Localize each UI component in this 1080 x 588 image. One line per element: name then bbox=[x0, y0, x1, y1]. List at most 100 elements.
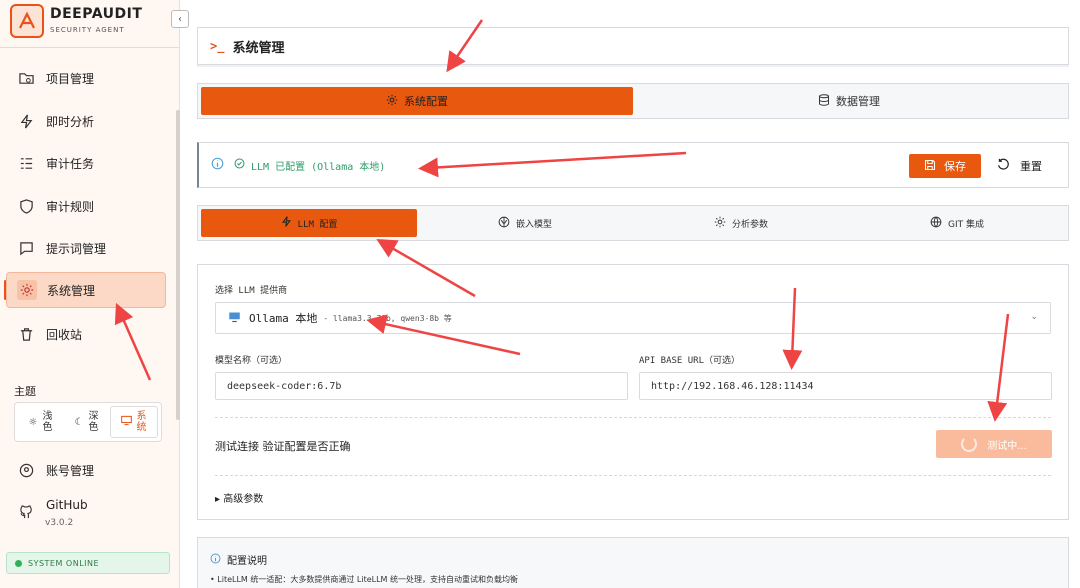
sidebar-item-account[interactable]: 账号管理 bbox=[6, 452, 166, 488]
sidebar-item-label: 项目管理 bbox=[46, 71, 95, 86]
provider-label: 选择 LLM 提供商 bbox=[215, 286, 288, 296]
shield-icon bbox=[18, 198, 34, 214]
tab-analysis-params[interactable]: 分析参数 bbox=[633, 209, 849, 237]
logo-icon bbox=[10, 4, 44, 38]
tab-embedding-model[interactable]: 嵌入模型 bbox=[417, 209, 633, 237]
theme-dark-option[interactable]: ☾ 深色 bbox=[64, 406, 110, 438]
tab-label: 数据管理 bbox=[836, 95, 880, 108]
info-icon bbox=[210, 553, 221, 567]
tab-data-management[interactable]: 数据管理 bbox=[633, 87, 1065, 115]
message-icon bbox=[18, 240, 34, 256]
divider bbox=[215, 417, 1051, 418]
spinner-icon bbox=[961, 436, 978, 452]
trash-icon bbox=[18, 326, 34, 342]
monitor-icon bbox=[228, 311, 241, 326]
tab-system-config[interactable]: 系统配置 bbox=[201, 87, 633, 115]
sidebar: DEEPAUDIT SECURITY AGENT ‹ 项目管理 即时分析 审计任… bbox=[0, 0, 189, 588]
list-check-icon bbox=[18, 155, 34, 171]
page-header: >_ 系统管理 bbox=[197, 27, 1069, 65]
system-status-text: SYSTEM ONLINE bbox=[28, 558, 100, 568]
brand-subtitle: SECURITY AGENT bbox=[50, 26, 125, 34]
terminal-prompt-icon: >_ bbox=[210, 39, 225, 53]
brand[interactable]: DEEPAUDIT SECURITY AGENT bbox=[10, 4, 170, 42]
version-label: v3.0.2 bbox=[45, 518, 74, 528]
theme-light-option[interactable]: ☼ 浅色 bbox=[18, 406, 64, 438]
tab-label: 系统配置 bbox=[404, 95, 448, 108]
provider-hint: - llama3.3-70b, qwen3-8b 等 bbox=[323, 313, 452, 323]
gear-icon bbox=[714, 216, 726, 231]
save-icon bbox=[924, 159, 936, 174]
test-connection-button[interactable]: 测试中... bbox=[936, 430, 1052, 458]
tab-label: GIT 集成 bbox=[948, 219, 984, 230]
sidebar-item-projects[interactable]: 项目管理 bbox=[6, 60, 166, 96]
github-icon bbox=[18, 504, 34, 520]
theme-switcher: ☼ 浅色 ☾ 深色 系统 bbox=[14, 402, 162, 442]
reset-button[interactable]: 重置 bbox=[997, 154, 1042, 178]
chevron-down-icon: ⌄ bbox=[1030, 312, 1038, 322]
note-item: • LiteLLM 统一适配：大多数提供商通过 LiteLLM 统一处理，支持自… bbox=[210, 575, 518, 584]
model-name-label: 模型名称（可选） bbox=[215, 356, 288, 366]
llm-status: LLM 已配置 (Ollama 本地) bbox=[234, 158, 385, 173]
sidebar-item-system[interactable]: 系统管理 bbox=[6, 272, 166, 308]
notes-title-text: 配置说明 bbox=[227, 556, 267, 567]
theme-option-label: 系统 bbox=[136, 411, 147, 433]
sidebar-item-label: 账号管理 bbox=[46, 463, 95, 478]
sun-icon: ☼ bbox=[28, 416, 38, 428]
folder-search-icon bbox=[18, 70, 34, 86]
brand-name: DEEPAUDIT bbox=[50, 6, 143, 22]
theme-option-label: 深色 bbox=[88, 411, 99, 433]
sidebar-divider bbox=[0, 47, 180, 48]
llm-status-text: LLM 已配置 (Ollama 本地) bbox=[251, 161, 386, 173]
reset-icon bbox=[997, 158, 1010, 174]
sidebar-item-prompts[interactable]: 提示词管理 bbox=[6, 230, 166, 266]
collapse-sidebar-button[interactable]: ‹ bbox=[171, 10, 189, 28]
gear-icon bbox=[17, 280, 37, 300]
config-status-bar: LLM 已配置 (Ollama 本地) 保存 重置 bbox=[197, 142, 1069, 188]
config-notes-panel: 配置说明 • LiteLLM 统一适配：大多数提供商通过 LiteLLM 统一处… bbox=[197, 537, 1069, 588]
tab-label: 嵌入模型 bbox=[515, 219, 552, 230]
gear-icon bbox=[386, 94, 398, 109]
sidebar-item-audit-rules[interactable]: 审计规则 bbox=[6, 188, 166, 224]
check-circle-icon bbox=[234, 158, 245, 172]
provider-select[interactable]: Ollama 本地 - llama3.3-70b, qwen3-8b 等 ⌄ bbox=[215, 302, 1051, 334]
lightning-icon bbox=[18, 113, 34, 129]
tab-git-integration[interactable]: GIT 集成 bbox=[849, 209, 1065, 237]
sidebar-item-label: 回收站 bbox=[46, 327, 83, 342]
monitor-icon bbox=[120, 415, 132, 429]
reset-label: 重置 bbox=[1020, 160, 1042, 173]
page-title: 系统管理 bbox=[232, 40, 285, 56]
sidebar-item-label: 审计任务 bbox=[46, 156, 95, 171]
divider bbox=[215, 475, 1051, 476]
database-icon bbox=[818, 93, 830, 109]
sidebar-item-trash[interactable]: 回收站 bbox=[6, 316, 166, 352]
system-status-badge: SYSTEM ONLINE bbox=[6, 552, 170, 574]
tab-llm-config[interactable]: LLM 配置 bbox=[201, 209, 417, 237]
info-icon bbox=[211, 157, 224, 173]
moon-icon: ☾ bbox=[74, 416, 84, 428]
api-base-url-input[interactable] bbox=[639, 372, 1052, 400]
theme-label: 主题 bbox=[14, 385, 36, 398]
lightning-icon bbox=[281, 216, 292, 230]
test-connection-label: 测试连接 验证配置是否正确 bbox=[215, 440, 351, 453]
brain-icon bbox=[498, 216, 510, 231]
sidebar-item-audit-tasks[interactable]: 审计任务 bbox=[6, 145, 166, 181]
advanced-params-toggle[interactable]: ▸ 高级参数 bbox=[215, 490, 263, 505]
globe-icon bbox=[930, 216, 942, 231]
api-base-url-label: API BASE URL（可选） bbox=[639, 356, 741, 366]
save-button[interactable]: 保存 bbox=[909, 154, 981, 178]
provider-value: Ollama 本地 bbox=[249, 312, 318, 325]
test-button-label: 测试中... bbox=[987, 440, 1027, 452]
config-sub-tabs: LLM 配置 嵌入模型 分析参数 GIT 集成 bbox=[197, 205, 1069, 241]
sidebar-scrollbar[interactable] bbox=[176, 110, 180, 420]
model-name-input[interactable] bbox=[215, 372, 628, 400]
llm-config-panel: 选择 LLM 提供商 Ollama 本地 - llama3.3-70b, qwe… bbox=[197, 264, 1069, 520]
sidebar-item-label: 提示词管理 bbox=[46, 241, 107, 256]
theme-system-option[interactable]: 系统 bbox=[110, 406, 158, 438]
sidebar-item-github[interactable]: GitHub bbox=[6, 494, 166, 530]
sidebar-item-label: GitHub bbox=[46, 498, 88, 512]
tab-label: 分析参数 bbox=[731, 219, 768, 230]
user-circle-icon bbox=[18, 462, 34, 478]
sidebar-item-label: 系统管理 bbox=[47, 283, 96, 298]
sidebar-item-instant-analysis[interactable]: 即时分析 bbox=[6, 103, 166, 139]
main-tabs: 系统配置 数据管理 bbox=[197, 83, 1069, 119]
